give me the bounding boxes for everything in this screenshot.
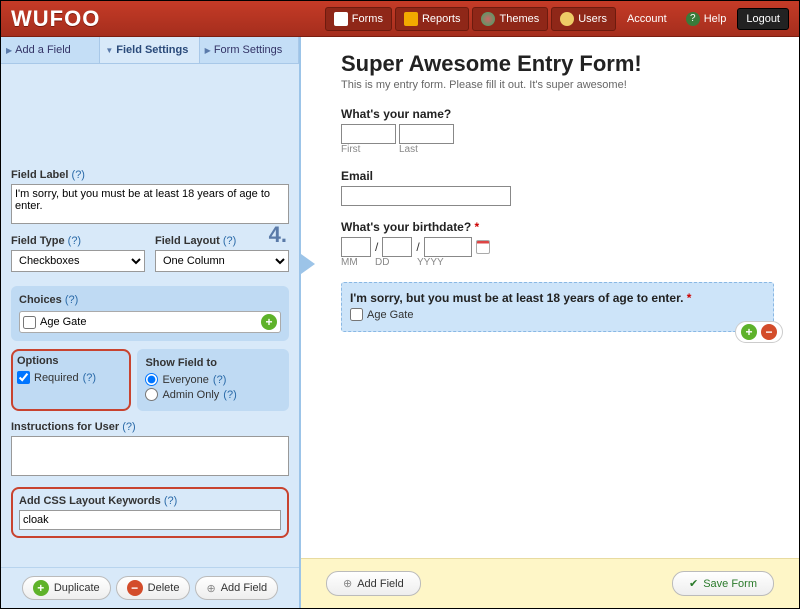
field-add-button[interactable]: + xyxy=(741,324,757,340)
chevron-right-icon: ▶ xyxy=(205,46,211,55)
admin-radio[interactable] xyxy=(145,388,158,401)
topbar: WUFOO Forms Reports Themes Users Account… xyxy=(1,1,799,37)
choices-box: Choices (?) + xyxy=(11,286,289,341)
required-checkbox[interactable] xyxy=(17,371,30,384)
help-link[interactable]: (?) xyxy=(65,294,78,306)
birthdate-label: What's your birthdate? * xyxy=(341,220,774,234)
pointer-arrow-icon xyxy=(301,254,315,274)
nav-account[interactable]: Account xyxy=(619,9,675,29)
check-icon: ✔ xyxy=(689,577,698,590)
delete-button[interactable]: −Delete xyxy=(116,576,191,600)
bd-yyyy-input[interactable] xyxy=(424,237,472,257)
delete-icon: − xyxy=(127,580,143,596)
nav-help[interactable]: ?Help xyxy=(678,8,735,30)
add-field-icon: ⊕ xyxy=(206,582,215,595)
nav-logout[interactable]: Logout xyxy=(737,8,789,30)
agegate-checkbox[interactable] xyxy=(350,308,363,321)
add-choice-button[interactable]: + xyxy=(261,314,277,330)
add-icon: ⊕ xyxy=(343,577,352,590)
top-nav: Forms Reports Themes Users Account ?Help… xyxy=(325,7,789,31)
form-preview: Super Awesome Entry Form! This is my ent… xyxy=(301,37,799,608)
help-link[interactable]: (?) xyxy=(72,169,85,181)
email-input[interactable] xyxy=(341,186,511,206)
field-type-select[interactable]: Checkboxes xyxy=(11,250,145,272)
help-link[interactable]: (?) xyxy=(68,235,81,247)
help-link[interactable]: (?) xyxy=(213,374,226,386)
form-title: Super Awesome Entry Form! xyxy=(341,51,774,77)
help-link[interactable]: (?) xyxy=(83,372,96,384)
tab-form-settings[interactable]: ▶Form Settings xyxy=(200,37,299,63)
field-remove-button[interactable]: − xyxy=(761,324,777,340)
step-number: 4. xyxy=(269,222,287,248)
calendar-icon[interactable] xyxy=(476,240,490,254)
showfield-panel: Show Field to Everyone (?) Admin Only (?… xyxy=(137,349,289,411)
tab-add-field[interactable]: ▶Add a Field xyxy=(1,37,100,63)
sidebar: ▶Add a Field ▼Field Settings ▶Form Setti… xyxy=(1,37,301,608)
users-icon xyxy=(560,12,574,26)
help-link[interactable]: (?) xyxy=(223,389,236,401)
choice-default-check[interactable] xyxy=(23,316,36,329)
first-sublabel: First xyxy=(341,144,396,155)
reports-icon xyxy=(404,12,418,26)
field-label-input[interactable]: I'm sorry, but you must be at least 18 y… xyxy=(11,184,289,224)
nav-themes[interactable]: Themes xyxy=(472,7,548,31)
chevron-right-icon: ▶ xyxy=(6,46,12,55)
last-sublabel: Last xyxy=(399,144,454,155)
css-keywords-input[interactable] xyxy=(19,510,281,530)
save-form-button[interactable]: ✔Save Form xyxy=(672,571,774,596)
forms-icon xyxy=(334,12,348,26)
selected-field[interactable]: I'm sorry, but you must be at least 18 y… xyxy=(341,282,774,332)
sidebar-tabs: ▶Add a Field ▼Field Settings ▶Form Setti… xyxy=(1,37,299,64)
name-label: What's your name? xyxy=(341,107,774,121)
choice-text-input[interactable] xyxy=(40,316,257,328)
field-layout-select[interactable]: One Column xyxy=(155,250,289,272)
brand-logo: WUFOO xyxy=(11,6,100,32)
duplicate-button[interactable]: +Duplicate xyxy=(22,576,111,600)
field-actions: + − xyxy=(735,321,783,343)
nav-reports[interactable]: Reports xyxy=(395,7,470,31)
nav-users[interactable]: Users xyxy=(551,7,616,31)
nav-forms[interactable]: Forms xyxy=(325,7,392,31)
help-link[interactable]: (?) xyxy=(164,495,177,507)
preview-add-field-button[interactable]: ⊕Add Field xyxy=(326,571,421,596)
help-icon: ? xyxy=(686,12,700,26)
instructions-input[interactable] xyxy=(11,436,289,476)
themes-icon xyxy=(481,12,495,26)
email-label: Email xyxy=(341,169,774,183)
help-link[interactable]: (?) xyxy=(122,421,135,433)
duplicate-icon: + xyxy=(33,580,49,596)
everyone-radio[interactable] xyxy=(145,373,158,386)
bd-mm-input[interactable] xyxy=(341,237,371,257)
form-desc: This is my entry form. Please fill it ou… xyxy=(341,79,774,91)
last-name-input[interactable] xyxy=(399,124,454,144)
help-link[interactable]: (?) xyxy=(223,235,236,247)
chevron-down-icon: ▼ xyxy=(105,46,113,55)
tab-field-settings[interactable]: ▼Field Settings xyxy=(100,37,199,63)
add-field-button[interactable]: ⊕Add Field xyxy=(195,576,278,600)
field-label-group: Field Label (?) I'm sorry, but you must … xyxy=(11,169,289,227)
bd-dd-input[interactable] xyxy=(382,237,412,257)
first-name-input[interactable] xyxy=(341,124,396,144)
options-panel: Options Required (?) xyxy=(11,349,131,411)
